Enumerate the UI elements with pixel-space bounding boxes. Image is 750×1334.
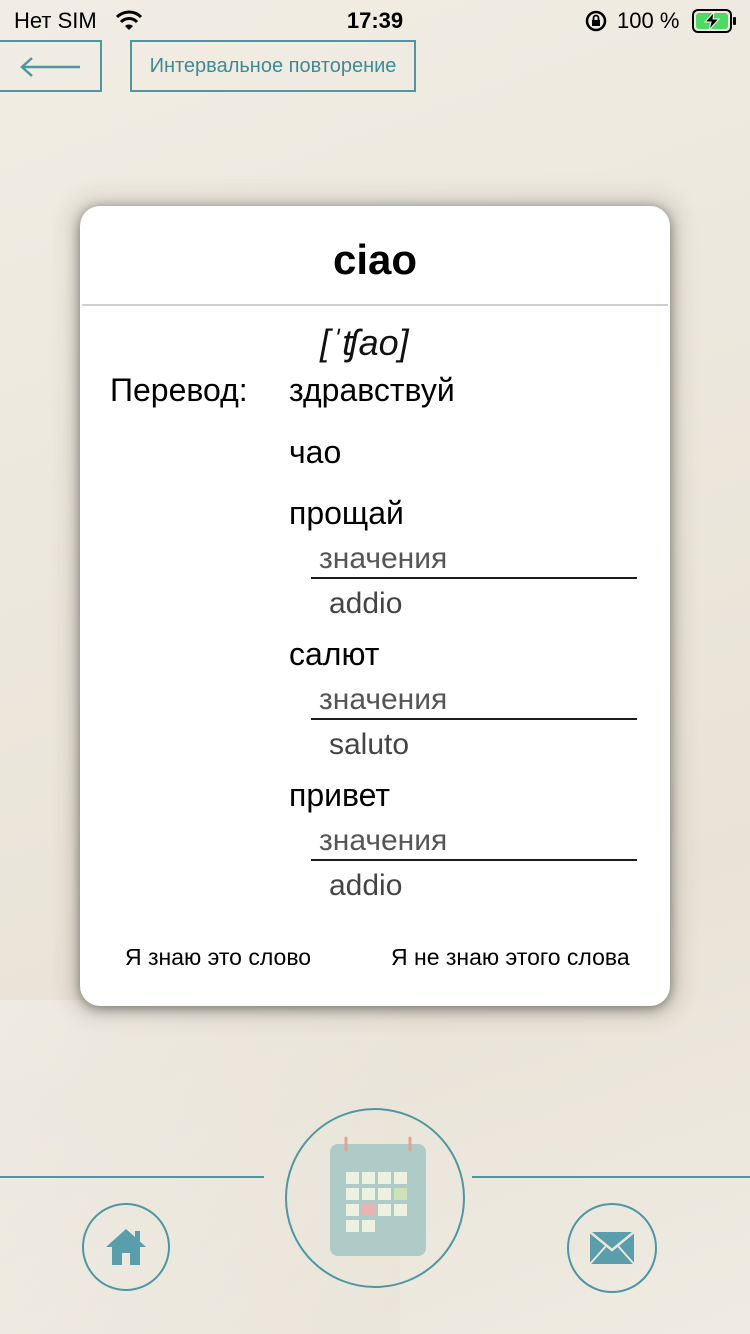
meaning-value: addio bbox=[329, 587, 403, 620]
translation-label: Перевод: bbox=[110, 372, 248, 408]
meaning-divider bbox=[311, 718, 637, 720]
mail-icon bbox=[589, 1231, 635, 1265]
meaning-divider bbox=[311, 859, 637, 861]
translation-item: прощай bbox=[289, 495, 404, 531]
meaning-value: saluto bbox=[329, 728, 410, 761]
meaning-label: значения bbox=[319, 824, 448, 857]
mail-button[interactable] bbox=[567, 1203, 657, 1293]
nav-divider-left bbox=[0, 1176, 264, 1178]
nav-divider-right bbox=[472, 1176, 750, 1178]
battery-percent: 100 % bbox=[617, 8, 680, 33]
spaced-repetition-button[interactable]: Интервальное повторение bbox=[130, 40, 416, 92]
know-word-button[interactable]: Я знаю это слово bbox=[125, 944, 311, 971]
translation-item: привет bbox=[289, 777, 391, 813]
meaning-divider bbox=[311, 577, 637, 579]
card-divider bbox=[82, 304, 668, 306]
word-title: ciao bbox=[332, 236, 418, 283]
battery-charging-icon bbox=[692, 9, 738, 33]
meaning-value: addio bbox=[329, 869, 403, 902]
home-button[interactable] bbox=[82, 1203, 170, 1291]
arrow-left-icon bbox=[20, 57, 80, 77]
transcription: [ˈʧao] bbox=[320, 322, 409, 363]
translation-item: здравствуй bbox=[289, 372, 455, 408]
translation-item: салют bbox=[289, 636, 380, 672]
calendar-button[interactable] bbox=[285, 1108, 465, 1288]
home-icon bbox=[106, 1229, 146, 1265]
translation-item: чао bbox=[289, 434, 342, 470]
meaning-label: значения bbox=[319, 683, 448, 716]
status-bar: Нет SIM 17:39 100 % bbox=[0, 0, 750, 40]
back-button[interactable] bbox=[0, 40, 102, 92]
orientation-lock-icon bbox=[584, 9, 608, 33]
word-card: ciao [ˈʧao] Перевод: здравствуй чао прощ… bbox=[80, 206, 670, 1006]
meaning-label: значения bbox=[319, 542, 448, 575]
dont-know-word-button[interactable]: Я не знаю этого слова bbox=[391, 944, 630, 971]
calendar-icon bbox=[330, 1136, 426, 1256]
